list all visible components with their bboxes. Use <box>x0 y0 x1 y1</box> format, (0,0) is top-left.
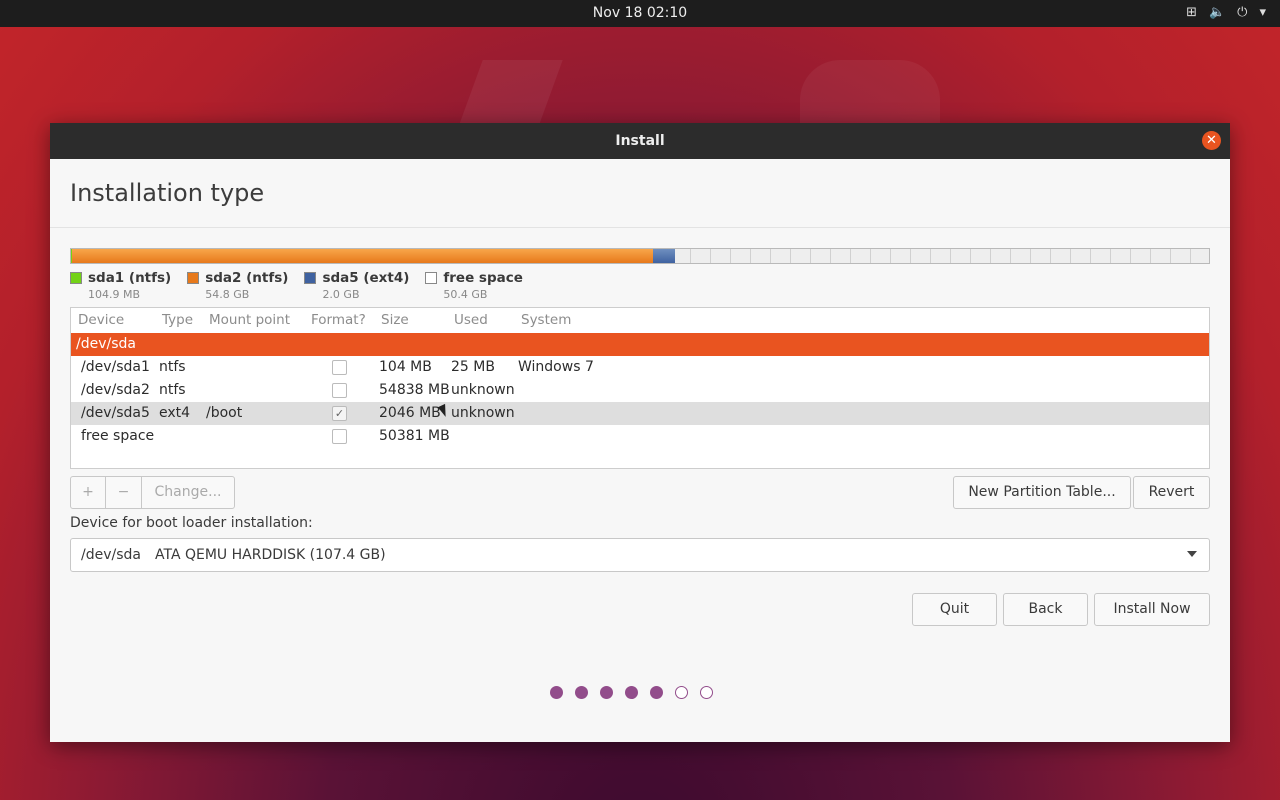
cell-size: 54838 MB <box>379 382 450 398</box>
network-icon: ⊞ <box>1186 5 1197 20</box>
cell-size: 2046 MB <box>379 405 441 421</box>
partition-segment-sda5 <box>653 249 675 263</box>
cell-size: 50381 MB <box>379 428 450 444</box>
column-header-used[interactable]: Used <box>454 312 488 328</box>
column-header-mount[interactable]: Mount point <box>209 312 290 328</box>
cell-used: 25 MB <box>451 359 495 375</box>
table-row-disk[interactable]: /dev/sda <box>71 333 1209 356</box>
progress-dot-current <box>650 686 663 699</box>
bootloader-device: /dev/sda <box>81 547 141 563</box>
divider <box>50 227 1230 228</box>
progress-dot-pending <box>700 686 713 699</box>
menu-arrow-icon: ▾ <box>1259 5 1266 20</box>
chevron-down-icon <box>1187 551 1197 557</box>
volume-icon: 🔈 <box>1208 5 1226 20</box>
table-row-selected[interactable]: /dev/sda5 ext4 /boot ✓ 2046 MB unknown <box>71 402 1209 425</box>
cell-device: /dev/sda5 <box>81 405 150 421</box>
progress-dot-complete <box>575 686 588 699</box>
cell-system: Windows 7 <box>518 359 594 375</box>
remove-partition-button[interactable]: − <box>105 476 142 509</box>
legend-label: free space <box>443 270 523 286</box>
quit-button[interactable]: Quit <box>912 593 997 626</box>
progress-dot-complete <box>550 686 563 699</box>
cell-used: unknown <box>451 382 515 398</box>
progress-dot-complete <box>600 686 613 699</box>
add-partition-button[interactable]: + <box>70 476 106 509</box>
legend-size: 104.9 MB <box>88 288 141 301</box>
legend-item: sda5 (ext4) 2.0 GB <box>304 270 409 301</box>
cell-type: ext4 <box>159 405 191 421</box>
partition-table[interactable]: Device Type Mount point Format? Size Use… <box>70 307 1210 469</box>
install-now-button[interactable]: Install Now <box>1094 593 1210 626</box>
new-partition-table-button[interactable]: New Partition Table... <box>953 476 1131 509</box>
table-row[interactable]: /dev/sda1 ntfs 104 MB 25 MB Windows 7 <box>71 356 1209 379</box>
revert-button[interactable]: Revert <box>1133 476 1210 509</box>
partition-bar <box>70 248 1210 264</box>
wallpaper-shape <box>800 60 940 130</box>
cell-device: /dev/sda2 <box>81 382 150 398</box>
wallpaper-shape <box>457 60 563 130</box>
legend-item: sda2 (ntfs) 54.8 GB <box>187 270 288 301</box>
close-icon[interactable]: ✕ <box>1202 131 1221 150</box>
disk-name: /dev/sda <box>76 336 136 352</box>
table-row[interactable]: free space 50381 MB <box>71 425 1209 448</box>
table-header: Device Type Mount point Format? Size Use… <box>71 308 1209 333</box>
bootloader-label: Device for boot loader installation: <box>70 515 313 531</box>
column-header-device[interactable]: Device <box>78 312 124 328</box>
legend-label: sda2 (ntfs) <box>205 270 289 286</box>
format-checkbox-checked[interactable]: ✓ <box>332 406 347 421</box>
bootloader-description: ATA QEMU HARDDISK (107.4 GB) <box>155 547 386 563</box>
progress-dots <box>550 686 713 699</box>
cell-used: unknown <box>451 405 515 421</box>
column-header-format[interactable]: Format? <box>311 312 366 328</box>
legend-swatch <box>70 272 82 284</box>
top-bar: Nov 18 02:10 ⊞ 🔈 ⏻ ▾ <box>0 0 1280 27</box>
page-title: Installation type <box>70 179 265 207</box>
cell-type: ntfs <box>159 359 186 375</box>
cell-device: free space <box>81 428 155 444</box>
column-header-type[interactable]: Type <box>162 312 193 328</box>
installer-window: Install ✕ Installation type sda1 (ntfs) … <box>50 123 1230 742</box>
cell-mount: /boot <box>206 405 243 421</box>
legend-swatch <box>304 272 317 284</box>
column-header-system[interactable]: System <box>521 312 571 328</box>
window-title: Install <box>615 133 665 149</box>
power-icon: ⏻ <box>1237 5 1248 20</box>
progress-dot-pending <box>675 686 688 699</box>
format-checkbox[interactable] <box>332 429 347 444</box>
format-checkbox[interactable] <box>332 383 347 398</box>
legend-swatch <box>187 272 200 284</box>
partition-segment-sda2 <box>72 249 653 263</box>
cell-size: 104 MB <box>379 359 432 375</box>
legend-size: 2.0 GB <box>322 288 360 301</box>
partition-legend: sda1 (ntfs) 104.9 MB sda2 (ntfs) 54.8 GB… <box>70 270 523 301</box>
cell-type: ntfs <box>159 382 186 398</box>
legend-item: sda1 (ntfs) 104.9 MB <box>70 270 171 301</box>
table-row[interactable]: /dev/sda2 ntfs 54838 MB unknown <box>71 379 1209 402</box>
legend-swatch <box>425 272 438 284</box>
window-titlebar: Install ✕ <box>50 123 1230 159</box>
clock[interactable]: Nov 18 02:10 <box>0 5 1280 21</box>
system-tray[interactable]: ⊞ 🔈 ⏻ ▾ <box>1186 4 1266 22</box>
legend-label: sda5 (ext4) <box>322 270 410 286</box>
legend-item: free space 50.4 GB <box>425 270 523 301</box>
legend-size: 54.8 GB <box>205 288 250 301</box>
cell-device: /dev/sda1 <box>81 359 150 375</box>
progress-dot-complete <box>625 686 638 699</box>
change-partition-button[interactable]: Change... <box>141 476 235 509</box>
column-header-size[interactable]: Size <box>381 312 409 328</box>
legend-label: sda1 (ntfs) <box>88 270 172 286</box>
bootloader-device-select[interactable]: /dev/sda ATA QEMU HARDDISK (107.4 GB) <box>70 538 1210 572</box>
legend-size: 50.4 GB <box>443 288 488 301</box>
format-checkbox[interactable] <box>332 360 347 375</box>
back-button[interactable]: Back <box>1003 593 1088 626</box>
